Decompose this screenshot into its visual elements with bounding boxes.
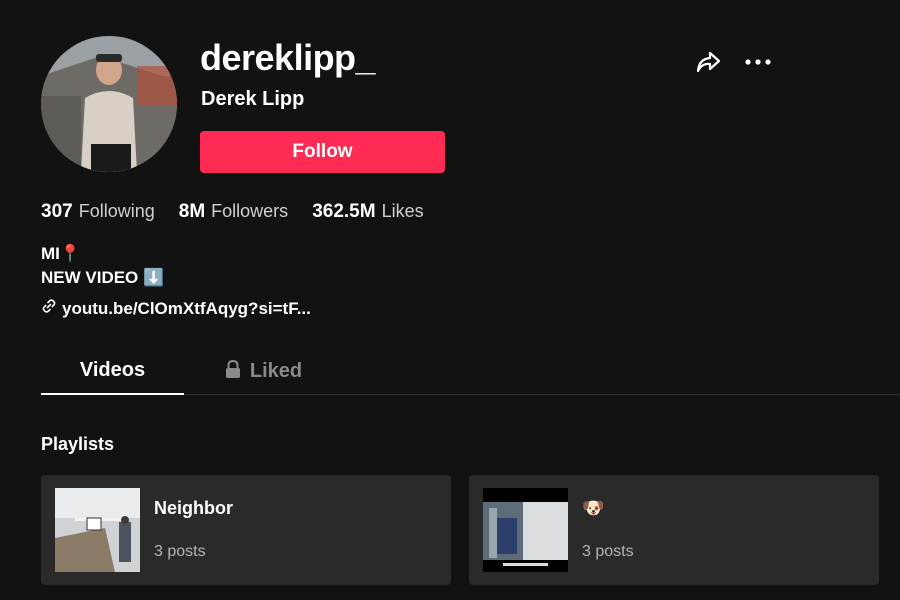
stat-label: Likes <box>381 201 424 221</box>
tab-videos-label: Videos <box>79 359 146 381</box>
lock-icon <box>224 359 250 385</box>
playlist-name: 🐶 <box>582 498 605 518</box>
bio: MI📍 NEW VIDEO ⬇️ <box>41 242 164 290</box>
playlist-card[interactable]: 🐶 3 posts <box>469 475 879 585</box>
stat-value: 307 <box>41 201 73 222</box>
tab-videos[interactable]: Videos <box>41 348 184 395</box>
display-name: Derek Lipp <box>201 88 305 110</box>
username: dereklipp_ <box>200 37 376 78</box>
stat-value: 362.5M <box>312 201 376 222</box>
playlist-thumbnail <box>483 488 568 572</box>
link-icon <box>41 298 62 319</box>
playlist-card[interactable]: Neighbor 3 posts <box>41 475 451 585</box>
playlist-count: 3 posts <box>582 543 634 560</box>
stats-row: 307 Following 8M Followers 362.5M Likes <box>41 201 448 223</box>
bio-line-2: NEW VIDEO ⬇️ <box>41 268 165 287</box>
playlist-name: Neighbor <box>154 498 233 518</box>
avatar[interactable] <box>41 36 177 172</box>
playlist-thumbnail <box>55 488 140 572</box>
bio-link-text: youtu.be/ClOmXtfAqyg?si=tF... <box>62 298 311 318</box>
tab-liked-label: Liked <box>249 360 303 382</box>
playlist-count: 3 posts <box>154 543 206 560</box>
stat-likes: 362.5M Likes <box>312 201 423 223</box>
stat-followers[interactable]: 8M Followers <box>179 201 288 223</box>
profile-tabs: Videos Liked <box>41 348 900 395</box>
stat-label: Followers <box>211 201 289 221</box>
stat-following[interactable]: 307 Following <box>41 201 155 223</box>
stat-value: 8M <box>178 201 206 222</box>
tab-liked[interactable]: Liked <box>203 348 323 395</box>
bio-line-1: MI📍 <box>41 244 82 263</box>
share-icon[interactable] <box>694 48 722 76</box>
bio-link[interactable]: youtu.be/ClOmXtfAqyg?si=tF... <box>41 298 311 319</box>
stat-label: Following <box>78 201 155 221</box>
follow-button[interactable]: Follow <box>200 131 445 173</box>
playlists-title: Playlists <box>41 434 115 454</box>
more-icon[interactable] <box>743 50 773 74</box>
